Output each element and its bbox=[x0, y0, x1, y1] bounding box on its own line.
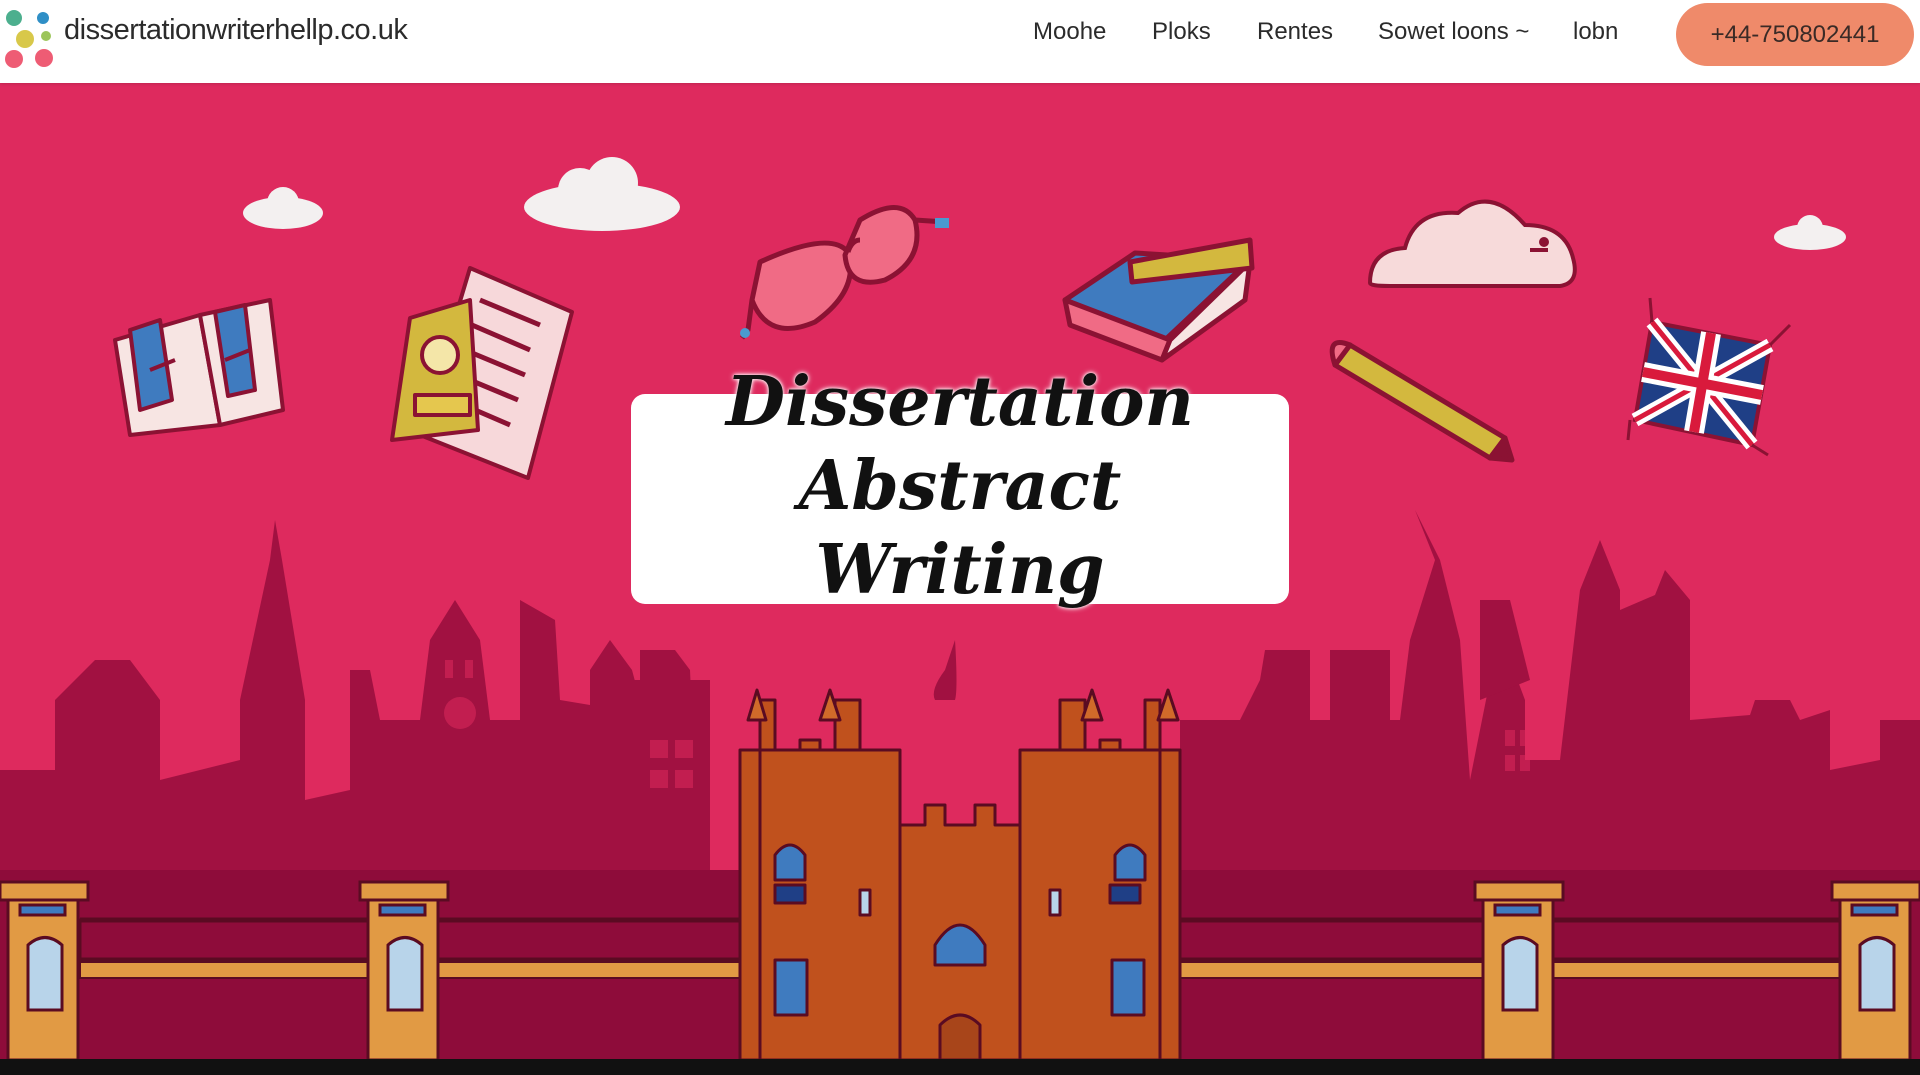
cloud-icon-large bbox=[1367, 199, 1577, 288]
nav-item-3[interactable]: Rentes bbox=[1257, 18, 1333, 46]
hero-title-line-1: Dissertation bbox=[726, 362, 1194, 442]
glasses-icon bbox=[740, 205, 949, 340]
union-jack-flag-icon bbox=[1626, 297, 1792, 457]
site-header: dissertationwriterhellp.co.uk Moohe Plok… bbox=[0, 0, 1920, 83]
pencil-icon bbox=[1329, 340, 1515, 463]
cloud-icon bbox=[243, 157, 1846, 250]
document-icon bbox=[390, 266, 574, 480]
hero-title: Dissertation Abstract Writing bbox=[700, 360, 1220, 612]
graduation-cap-icon bbox=[1062, 237, 1255, 363]
main-nav: Moohe Ploks Rentes Sowet loons ~ lobn bbox=[0, 18, 1920, 50]
castle-illustration bbox=[738, 688, 1182, 1059]
bottom-strip bbox=[0, 1059, 1920, 1075]
nav-item-1[interactable]: Moohe bbox=[1033, 18, 1106, 46]
nav-item-5[interactable]: lobn bbox=[1573, 18, 1618, 46]
open-book-icon bbox=[113, 298, 285, 437]
hero-title-line-2: Abstract bbox=[798, 446, 1122, 526]
nav-item-dropdown[interactable]: Sowet loons ~ bbox=[1378, 18, 1529, 46]
hero-title-line-3: Writing bbox=[815, 530, 1105, 610]
phone-button[interactable]: +44-750802441 bbox=[1676, 3, 1914, 66]
nav-item-2[interactable]: Ploks bbox=[1152, 18, 1211, 46]
